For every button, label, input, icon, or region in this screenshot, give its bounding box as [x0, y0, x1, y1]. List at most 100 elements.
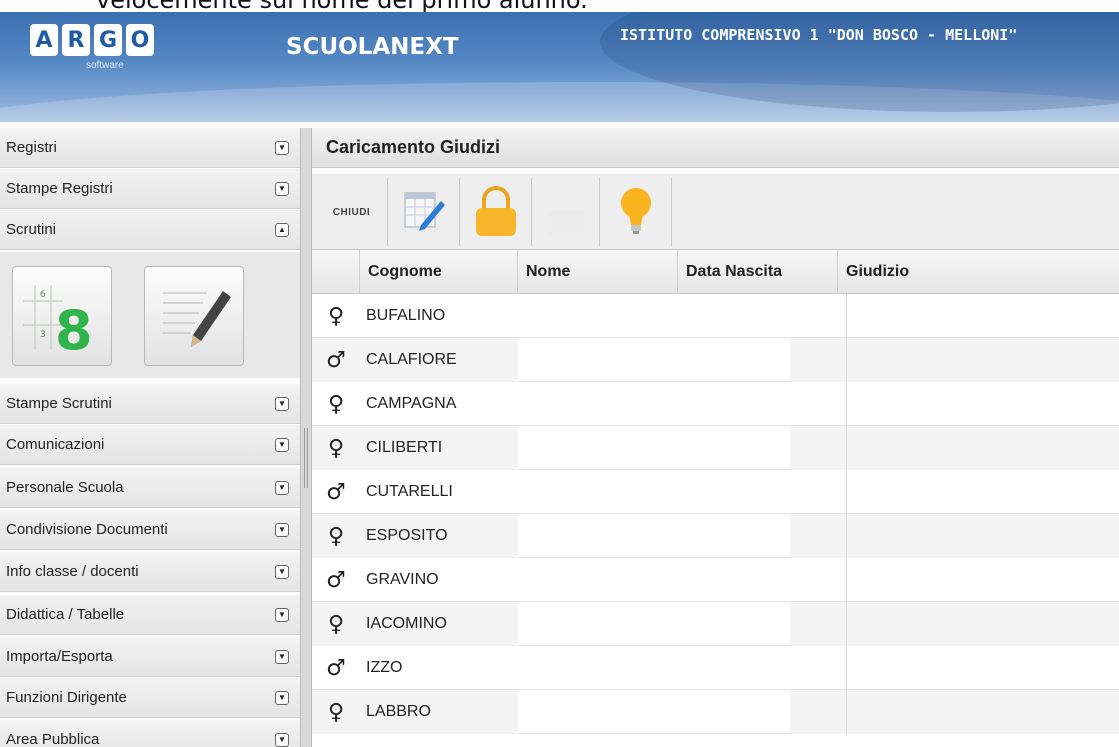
sidebar-item-personale-scuola[interactable]: Personale Scuola ▼: [0, 468, 300, 508]
main-panel: Caricamento Giudizi CHIUDI Cognome Nome …: [312, 128, 1119, 747]
cognome-cell[interactable]: IZZO: [360, 646, 518, 690]
expand-icon[interactable]: ▼: [275, 438, 289, 452]
male-icon: ♂: [326, 655, 346, 681]
expand-icon[interactable]: ▼: [275, 523, 289, 537]
sidebar-item-scrutini[interactable]: Scrutini ▲: [0, 210, 300, 250]
sidebar-item-importa-esporta[interactable]: Importa/Esporta ▼: [0, 637, 300, 677]
sidebar-item-comunicazioni[interactable]: Comunicazioni ▼: [0, 425, 300, 465]
cognome-cell[interactable]: LABBRO: [360, 690, 518, 734]
cognome-cell[interactable]: ESPOSITO: [360, 514, 518, 558]
female-icon: ♀: [327, 611, 345, 637]
sidebar-item-area-pubblica[interactable]: Area Pubblica ▼: [0, 720, 300, 747]
hint-button[interactable]: [600, 178, 672, 246]
splitter-grip[interactable]: [304, 428, 308, 488]
female-icon: ♀: [327, 435, 345, 461]
app-brand: SCUOLANEXT: [286, 34, 459, 60]
sidebar-item-label: Info classe / docenti: [6, 563, 139, 580]
logo-letter: G: [94, 24, 122, 56]
cognome-cell[interactable]: BUFALINO: [360, 294, 518, 338]
school-name: ISTITUTO COMPRENSIVO 1 "DON BOSCO - MELL…: [620, 26, 1018, 44]
column-header-cognome[interactable]: Cognome: [360, 250, 518, 294]
column-header-giudizio[interactable]: Giudizio: [838, 250, 1119, 294]
table-row[interactable]: ♀ ESPOSITO: [312, 514, 1119, 558]
cognome-cell[interactable]: CAMPAGNA: [360, 382, 518, 426]
cognome-cell[interactable]: CALAFIORE: [360, 338, 518, 382]
table-row[interactable]: ♂ CUTARELLI: [312, 470, 1119, 514]
sidebar-item-stampe-scrutini[interactable]: Stampe Scrutini ▼: [0, 384, 300, 424]
edit-notes-icon: [163, 291, 231, 347]
sidebar-item-label: Condivisione Documenti: [6, 521, 168, 538]
sidebar-item-condivisione-documenti[interactable]: Condivisione Documenti ▼: [0, 510, 300, 550]
sidebar-item-label: Funzioni Dirigente: [6, 689, 127, 706]
unlock-button[interactable]: [532, 178, 600, 246]
page-title: Caricamento Giudizi: [312, 128, 1119, 168]
sidebar-item-label: Registri: [6, 139, 57, 156]
sidebar-item-label: Importa/Esporta: [6, 648, 113, 665]
edit-calendar-button[interactable]: [388, 178, 460, 246]
lightbulb-icon: [620, 188, 651, 234]
table-row[interactable]: ♀ CAMPAGNA: [312, 382, 1119, 426]
female-icon: ♀: [327, 391, 345, 417]
close-button[interactable]: CHIUDI: [316, 178, 388, 246]
cognome-cell[interactable]: IACOMINO: [360, 602, 518, 646]
table-row[interactable]: ♀ LABBRO: [312, 690, 1119, 734]
scrutini-panel: 6 3 8: [0, 252, 300, 378]
sidebar-item-label: Didattica / Tabelle: [6, 606, 125, 623]
table-row[interactable]: ♀ IACOMINO: [312, 602, 1119, 646]
calendar-edit-icon: [404, 192, 445, 231]
collapse-icon[interactable]: ▲: [275, 223, 289, 237]
sidebar-item-funzioni-dirigente[interactable]: Funzioni Dirigente ▼: [0, 678, 300, 718]
grade-grid-icon: 6 3 8: [23, 285, 93, 362]
table-row[interactable]: ♂ IZZO: [312, 646, 1119, 690]
expand-icon[interactable]: ▼: [275, 182, 289, 196]
logo-letter: R: [62, 24, 90, 56]
female-icon: ♀: [327, 303, 345, 329]
male-icon: ♂: [326, 347, 346, 373]
column-header-sex: [312, 250, 360, 294]
female-icon: ♀: [327, 699, 345, 725]
sidebar-item-label: Scrutini: [6, 221, 57, 238]
sidebar-item-stampe-registri[interactable]: Stampe Registri ▼: [0, 169, 300, 209]
lock-button[interactable]: [460, 178, 532, 246]
sidebar-item-label: Comunicazioni: [6, 436, 105, 453]
lock-icon: [475, 186, 516, 236]
toolbar: CHIUDI: [312, 174, 1119, 250]
panel-splitter[interactable]: [300, 128, 312, 747]
close-button-label: CHIUDI: [332, 206, 371, 218]
expand-icon[interactable]: ▼: [275, 608, 289, 622]
expand-icon[interactable]: ▼: [275, 481, 289, 495]
expand-icon[interactable]: ▼: [275, 650, 289, 664]
voti-scrutinio-button[interactable]: 6 3 8: [12, 266, 112, 366]
column-header-nome[interactable]: Nome: [518, 250, 678, 294]
logo-subtitle: software: [86, 60, 124, 71]
svg-text:6: 6: [40, 290, 46, 300]
sidebar-item-label: Stampe Scrutini: [6, 395, 112, 412]
sidebar-item-info-classe-docenti[interactable]: Info classe / docenti ▼: [0, 552, 300, 592]
column-header-data-nascita[interactable]: Data Nascita: [678, 250, 838, 294]
table-row[interactable]: ♂ CALAFIORE: [312, 338, 1119, 382]
unlock-icon: [547, 210, 584, 236]
table-row[interactable]: ♀ CILIBERTI: [312, 426, 1119, 470]
expand-icon[interactable]: ▼: [275, 565, 289, 579]
argo-logo: A R G O: [30, 24, 154, 56]
male-icon: ♂: [326, 479, 346, 505]
svg-text:3: 3: [40, 330, 46, 340]
sidebar-menu: Registri ▼ Stampe Registri ▼ Scrutini ▲ …: [0, 128, 300, 747]
cognome-cell[interactable]: CUTARELLI: [360, 470, 518, 514]
grid-header: Cognome Nome Data Nascita Giudizio: [312, 250, 1119, 294]
expand-icon[interactable]: ▼: [275, 141, 289, 155]
expand-icon[interactable]: ▼: [275, 397, 289, 411]
sidebar-item-registri[interactable]: Registri ▼: [0, 128, 300, 168]
expand-icon[interactable]: ▼: [275, 733, 289, 747]
female-icon: ♀: [327, 523, 345, 549]
logo-letter: A: [30, 24, 58, 56]
cognome-cell[interactable]: CILIBERTI: [360, 426, 518, 470]
table-row[interactable]: ♂ GRAVINO: [312, 558, 1119, 602]
giudizi-button[interactable]: [144, 266, 244, 366]
sidebar-item-label: Personale Scuola: [6, 479, 124, 496]
sidebar-item-didattica-tabelle[interactable]: Didattica / Tabelle ▼: [0, 595, 300, 635]
expand-icon[interactable]: ▼: [275, 691, 289, 705]
table-row[interactable]: ♀ BUFALINO: [312, 294, 1119, 338]
cognome-cell[interactable]: GRAVINO: [360, 558, 518, 602]
sidebar-item-label: Area Pubblica: [6, 731, 100, 747]
